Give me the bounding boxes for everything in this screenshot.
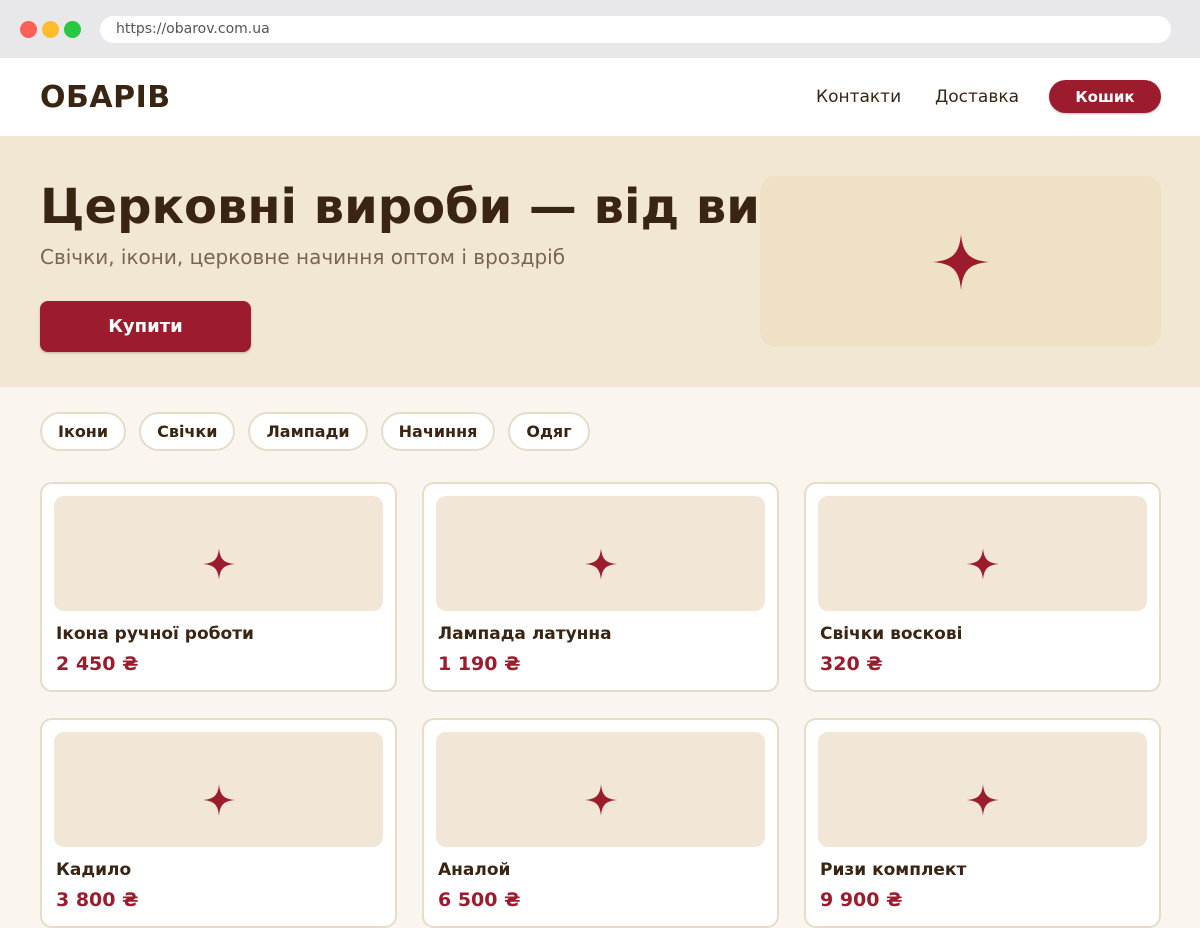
star-icon: [202, 547, 235, 580]
star-icon: [966, 547, 999, 580]
category-chip-utensils[interactable]: Начиння: [380, 412, 496, 451]
product-name: Свічки воскові: [820, 624, 963, 644]
star-icon: [584, 783, 617, 816]
star-icon: [932, 233, 989, 290]
buy-button[interactable]: Купити: [40, 301, 251, 352]
product-image: [436, 732, 765, 847]
product-image: [818, 496, 1147, 611]
hero-banner: Церковні вироби — від виробника Свічки, …: [0, 136, 1200, 387]
category-chip-candles[interactable]: Свічки: [139, 412, 236, 451]
product-price: 9 900 ₴: [820, 889, 903, 911]
product-price: 2 450 ₴: [56, 653, 139, 675]
product-image: [436, 496, 765, 611]
product-card[interactable]: Аналой 6 500 ₴: [422, 718, 779, 928]
product-name: Аналой: [438, 860, 511, 880]
product-card[interactable]: Свічки воскові 320 ₴: [804, 482, 1161, 692]
star-icon: [584, 547, 617, 580]
address-bar[interactable]: https://obarov.com.ua: [100, 16, 1171, 43]
hero-image: [760, 176, 1161, 347]
product-image: [818, 732, 1147, 847]
product-price: 3 800 ₴: [56, 889, 139, 911]
product-card[interactable]: Ризи комплект 9 900 ₴: [804, 718, 1161, 928]
product-name: Лампада латунна: [438, 624, 612, 644]
product-card[interactable]: Лампада латунна 1 190 ₴: [422, 482, 779, 692]
product-name: Кадило: [56, 860, 132, 880]
category-chip-lamps[interactable]: Лампади: [248, 412, 368, 451]
product-name: Ікона ручної роботи: [56, 624, 254, 644]
hero-subtitle: Свічки, ікони, церковне начиння оптом і …: [40, 245, 566, 269]
cart-button[interactable]: Кошик: [1049, 80, 1161, 113]
star-icon: [966, 783, 999, 816]
maximize-window-button[interactable]: [64, 21, 81, 38]
site-header: ОБАРІВ Контакти Доставка Кошик: [0, 58, 1200, 136]
product-price: 6 500 ₴: [438, 889, 521, 911]
star-icon: [202, 783, 235, 816]
minimize-window-button[interactable]: [42, 21, 59, 38]
category-chip-icons[interactable]: Ікони: [40, 412, 127, 451]
site-logo[interactable]: ОБАРІВ: [40, 80, 171, 115]
browser-toolbar: https://obarov.com.ua: [0, 0, 1200, 58]
product-card[interactable]: Кадило 3 800 ₴: [40, 718, 397, 928]
nav-link-contacts[interactable]: Контакти: [816, 87, 901, 107]
product-price: 1 190 ₴: [438, 653, 521, 675]
product-card[interactable]: Ікона ручної роботи 2 450 ₴: [40, 482, 397, 692]
product-price: 320 ₴: [820, 653, 883, 675]
close-window-button[interactable]: [20, 21, 37, 38]
category-chip-clothing[interactable]: Одяг: [508, 412, 590, 451]
product-name: Ризи комплект: [820, 860, 967, 880]
product-image: [54, 496, 383, 611]
category-filter-bar: Ікони Свічки Лампади Начиння Одяг: [40, 412, 590, 451]
nav-link-delivery[interactable]: Доставка: [935, 87, 1019, 107]
product-image: [54, 732, 383, 847]
